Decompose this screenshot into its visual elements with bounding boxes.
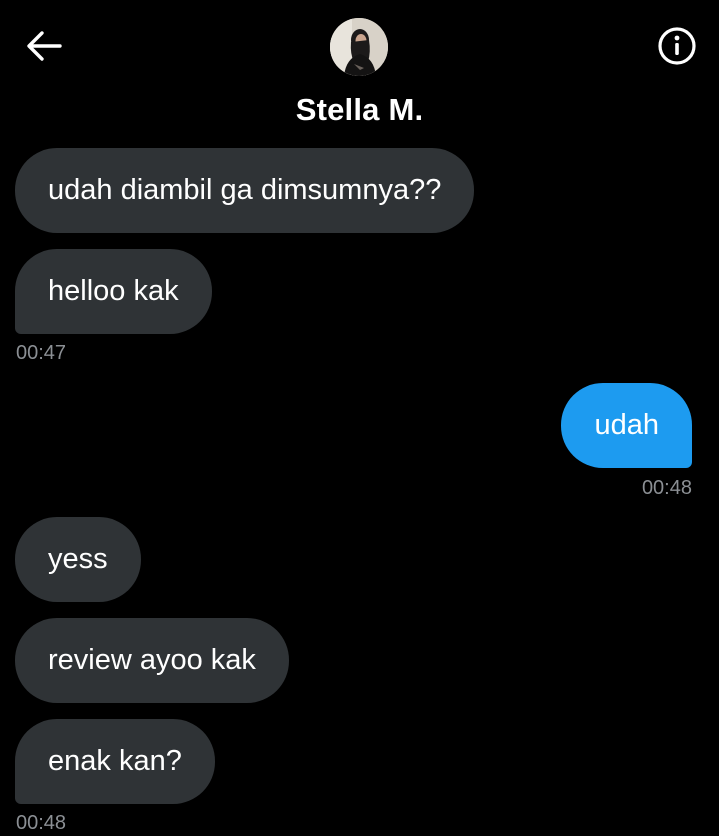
message-text: yess <box>48 543 108 575</box>
message-timestamp: 00:48 <box>641 477 692 499</box>
message-bubble-outgoing[interactable]: udah <box>561 383 692 468</box>
message-text: helloo kak <box>48 275 179 307</box>
back-button[interactable] <box>22 26 66 66</box>
message-bubble-incoming[interactable]: review ayoo kak <box>15 618 289 703</box>
contact-avatar-photo <box>330 18 388 76</box>
info-circle-icon <box>658 27 696 65</box>
arrow-left-icon <box>27 31 62 61</box>
avatar[interactable] <box>330 18 388 76</box>
message-text: enak kan? <box>48 745 182 777</box>
message-timestamp: 00:47 <box>16 342 67 364</box>
message-bubble-incoming[interactable]: enak kan? <box>15 719 215 804</box>
message-bubble-incoming[interactable]: helloo kak <box>15 249 212 334</box>
conversation-header: Stella M. <box>0 0 719 140</box>
message-text: review ayoo kak <box>48 644 256 676</box>
message-bubble-incoming[interactable]: udah diambil ga dimsumnya?? <box>15 148 475 233</box>
message-text: udah <box>594 409 659 441</box>
message-text: udah diambil ga dimsumnya?? <box>48 174 442 206</box>
info-button[interactable] <box>655 24 699 68</box>
message-bubble-incoming[interactable]: yess <box>15 517 141 602</box>
contact-name[interactable]: Stella M. <box>0 92 719 128</box>
message-timestamp: 00:48 <box>16 812 67 834</box>
